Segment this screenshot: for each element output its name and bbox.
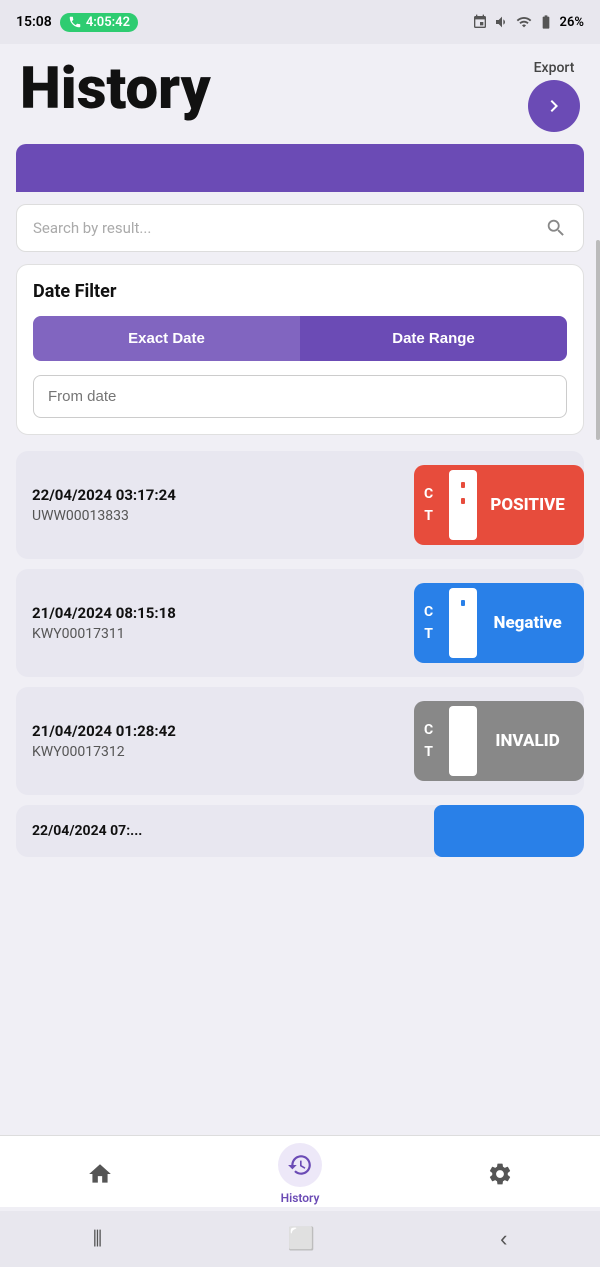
search-bar[interactable]: Search by result... [16,204,584,252]
status-bar: 15:08 4:05:42 26% [0,0,600,44]
badge-label-invalid: INVALID [483,731,584,751]
home-icon-wrap [78,1152,122,1196]
android-nav-bar: ⦀ ⬜ ‹ [0,1211,600,1267]
partial-card: 22/04/2024 07:... [16,805,584,857]
settings-icon-wrap [478,1152,522,1196]
android-back-button[interactable]: ‹ [500,1226,507,1252]
purple-banner [16,144,584,192]
nav-history[interactable]: History [278,1143,322,1205]
result-badge-positive: C T POSITIVE [414,465,584,545]
search-icon[interactable] [545,217,567,239]
badge-ct-2: C T [414,583,443,663]
partial-datetime: 22/04/2024 07:... [16,823,434,839]
result-code-1: UWW00013833 [32,508,176,524]
search-placeholder: Search by result... [33,219,151,237]
call-badge: 4:05:42 [60,13,138,32]
bottom-nav: History [0,1135,600,1207]
strip-invalid [449,706,477,776]
result-card-3[interactable]: 21/04/2024 01:28:42 KWY00017312 C T INVA… [16,687,584,795]
android-home-button[interactable]: ⬜ [287,1226,314,1252]
partial-badge [434,805,584,857]
badge-label-negative: Negative [483,613,584,633]
result-badge-invalid: C T INVALID [414,701,584,781]
result-code-2: KWY00017311 [32,626,176,642]
result-info-3: 21/04/2024 01:28:42 KWY00017312 [32,722,176,760]
nav-home[interactable] [78,1152,122,1196]
home-icon [87,1161,113,1187]
result-card-1[interactable]: 22/04/2024 03:17:24 UWW00013833 C T POSI… [16,451,584,559]
result-datetime-2: 21/04/2024 08:15:18 [32,604,176,622]
date-range-button[interactable]: Date Range [300,316,567,361]
date-filter-card: Date Filter Exact Date Date Range [16,264,584,435]
result-datetime-3: 21/04/2024 01:28:42 [32,722,176,740]
export-label: Export [534,60,575,76]
badge-ct-3: C T [414,701,443,781]
date-toggle: Exact Date Date Range [33,316,567,361]
result-info-1: 22/04/2024 03:17:24 UWW00013833 [32,486,176,524]
result-datetime-1: 22/04/2024 03:17:24 [32,486,176,504]
nav-settings[interactable] [478,1152,522,1196]
result-card-2[interactable]: 21/04/2024 08:15:18 KWY00017311 C T Nega… [16,569,584,677]
badge-ct-1: C T [414,465,443,545]
export-button[interactable] [528,80,580,132]
strip-negative [449,588,477,658]
result-info-2: 21/04/2024 08:15:18 KWY00017311 [32,604,176,642]
history-icon-wrap [278,1143,322,1187]
status-icons: 26% [472,14,584,30]
android-recent-button[interactable]: ⦀ [93,1226,103,1252]
status-time: 15:08 [16,14,52,30]
page-title: History [20,60,211,118]
exact-date-button[interactable]: Exact Date [33,316,300,361]
battery-level: 26% [560,15,584,30]
strip-positive [449,470,477,540]
badge-label-positive: POSITIVE [483,495,584,515]
scroll-indicator[interactable] [596,240,600,440]
nav-history-label: History [281,1191,320,1205]
header: History Export [0,44,600,144]
result-code-3: KWY00017312 [32,744,176,760]
results-list: 22/04/2024 03:17:24 UWW00013833 C T POSI… [0,451,600,795]
result-badge-negative: C T Negative [414,583,584,663]
from-date-input[interactable] [33,375,567,418]
date-filter-title: Date Filter [33,281,567,302]
call-duration: 4:05:42 [86,15,130,30]
settings-icon [487,1161,513,1187]
history-icon [287,1152,313,1178]
